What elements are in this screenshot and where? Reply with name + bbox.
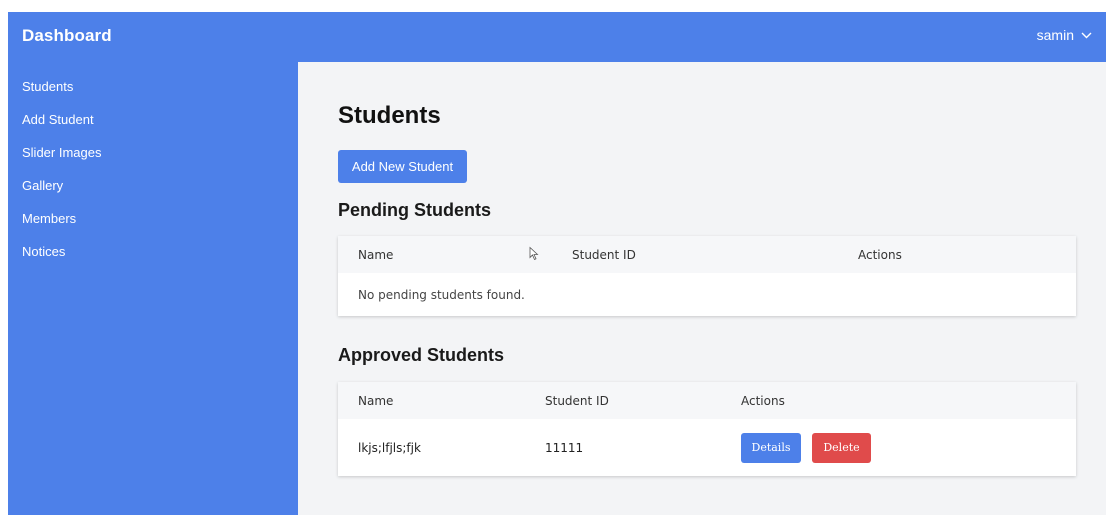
student-id: 11111: [545, 440, 584, 455]
mouse-cursor-icon: [529, 246, 539, 263]
add-new-student-button[interactable]: Add New Student: [338, 150, 467, 183]
table-row: No pending students found.: [338, 273, 1076, 316]
student-name: lkjs;lfjls;fjk: [358, 440, 421, 455]
approved-students-title: Approved Students: [338, 345, 505, 365]
sidebar-item-students[interactable]: Students: [8, 70, 298, 103]
table-header: Name Student ID Actions: [338, 382, 1076, 419]
column-header-name: Name: [358, 393, 394, 408]
sidebar-item-slider-images[interactable]: Slider Images: [8, 136, 298, 169]
sidebar-item-add-student[interactable]: Add Student: [8, 103, 298, 136]
chevron-down-icon: [1081, 32, 1092, 39]
column-header-actions: Actions: [858, 247, 902, 262]
column-header-actions: Actions: [741, 393, 785, 408]
column-header-name: Name: [358, 247, 394, 262]
pending-students-title: Pending Students: [338, 200, 491, 220]
delete-button[interactable]: Delete: [812, 432, 871, 463]
sidebar-item-members[interactable]: Members: [8, 202, 298, 235]
column-header-student-id: Student ID: [545, 393, 609, 408]
page-title: Students: [338, 102, 441, 129]
sidebar-item-notices[interactable]: Notices: [8, 235, 298, 268]
table-header: Name Student ID Actions: [338, 236, 1076, 273]
column-header-student-id: Student ID: [572, 247, 636, 262]
user-name: samin: [1036, 27, 1074, 43]
empty-message: No pending students found.: [358, 287, 525, 302]
approved-students-table: Name Student ID Actions lkjs;lfjls;fjk 1…: [338, 382, 1076, 476]
sidebar: Students Add Student Slider Images Galle…: [8, 62, 298, 515]
pending-students-table: Name Student ID Actions No pending stude…: [338, 236, 1076, 316]
sidebar-item-gallery[interactable]: Gallery: [8, 169, 298, 202]
brand-title[interactable]: Dashboard: [22, 26, 112, 46]
table-row: lkjs;lfjls;fjk 11111 Details Delete: [338, 419, 1076, 476]
user-menu[interactable]: samin: [1037, 27, 1092, 43]
app-frame: Dashboard samin Students Add Student Sli…: [8, 12, 1106, 515]
details-button[interactable]: Details: [741, 432, 801, 463]
top-navbar: Dashboard samin: [8, 12, 1106, 62]
